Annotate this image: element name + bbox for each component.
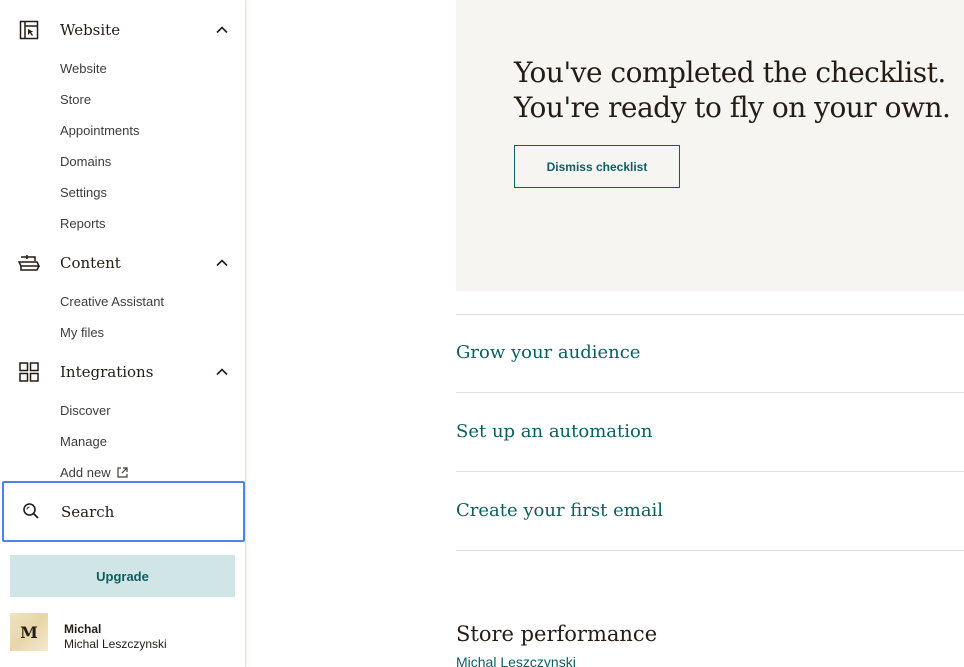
chevron-up-icon[interactable] bbox=[214, 255, 230, 271]
chevron-up-icon[interactable] bbox=[214, 22, 230, 38]
sidebar-item-reports[interactable]: Reports bbox=[60, 216, 106, 231]
sidebar-item-add-new-label: Add new bbox=[60, 465, 111, 480]
upgrade-button[interactable]: Upgrade bbox=[10, 555, 235, 597]
profile-name: Michal bbox=[64, 622, 102, 636]
content-stack-icon bbox=[18, 252, 40, 274]
website-layout-icon bbox=[18, 19, 40, 41]
task-grow-audience[interactable]: Grow your audience bbox=[456, 342, 640, 363]
store-name-link[interactable]: Michal Leszczynski bbox=[456, 654, 576, 667]
checklist-card: You've completed the checklist. You're r… bbox=[456, 0, 964, 291]
checklist-title: You've completed the checklist. You're r… bbox=[514, 55, 951, 125]
account-profile[interactable]: M Michal Michal Leszczynski bbox=[10, 612, 245, 652]
avatar: M bbox=[10, 613, 48, 651]
search-label: Search bbox=[61, 503, 115, 521]
sidebar-item-my-files[interactable]: My files bbox=[60, 325, 104, 340]
divider bbox=[456, 550, 964, 551]
chevron-up-icon[interactable] bbox=[214, 364, 230, 380]
section-header-integrations[interactable]: Integrations bbox=[0, 352, 245, 392]
dismiss-checklist-button[interactable]: Dismiss checklist bbox=[514, 145, 680, 188]
sidebar-item-appointments[interactable]: Appointments bbox=[60, 123, 140, 138]
task-create-email[interactable]: Create your first email bbox=[456, 500, 663, 521]
sidebar-item-website[interactable]: Website bbox=[60, 61, 107, 76]
profile-fullname: Michal Leszczynski bbox=[64, 637, 167, 651]
sidebar-item-settings[interactable]: Settings bbox=[60, 185, 107, 200]
sidebar: Website Website Store Appointments Domai… bbox=[0, 0, 246, 667]
main-content: You've completed the checklist. You're r… bbox=[246, 0, 964, 667]
divider bbox=[456, 392, 964, 393]
sidebar-item-domains[interactable]: Domains bbox=[60, 154, 111, 169]
section-header-website[interactable]: Website bbox=[0, 10, 245, 50]
external-link-icon bbox=[116, 466, 128, 481]
checklist-title-line1: You've completed the checklist. bbox=[514, 56, 946, 89]
sidebar-item-discover[interactable]: Discover bbox=[60, 403, 111, 418]
sidebar-item-add-new[interactable]: Add new bbox=[60, 465, 128, 481]
section-label-content: Content bbox=[60, 254, 121, 272]
section-label-website: Website bbox=[60, 21, 121, 39]
search-icon bbox=[22, 502, 40, 525]
store-performance-title: Store performance bbox=[456, 622, 658, 646]
sidebar-item-store[interactable]: Store bbox=[60, 92, 91, 107]
sidebar-item-manage[interactable]: Manage bbox=[60, 434, 107, 449]
checklist-title-line2: You're ready to fly on your own. bbox=[514, 91, 951, 124]
divider bbox=[456, 471, 964, 472]
search-button[interactable]: Search bbox=[2, 481, 245, 542]
sidebar-item-creative-assistant[interactable]: Creative Assistant bbox=[60, 294, 164, 309]
section-label-integrations: Integrations bbox=[60, 363, 154, 381]
grid-icon bbox=[18, 361, 40, 383]
task-setup-automation[interactable]: Set up an automation bbox=[456, 421, 652, 442]
divider bbox=[456, 314, 964, 315]
section-header-content[interactable]: Content bbox=[0, 243, 245, 283]
